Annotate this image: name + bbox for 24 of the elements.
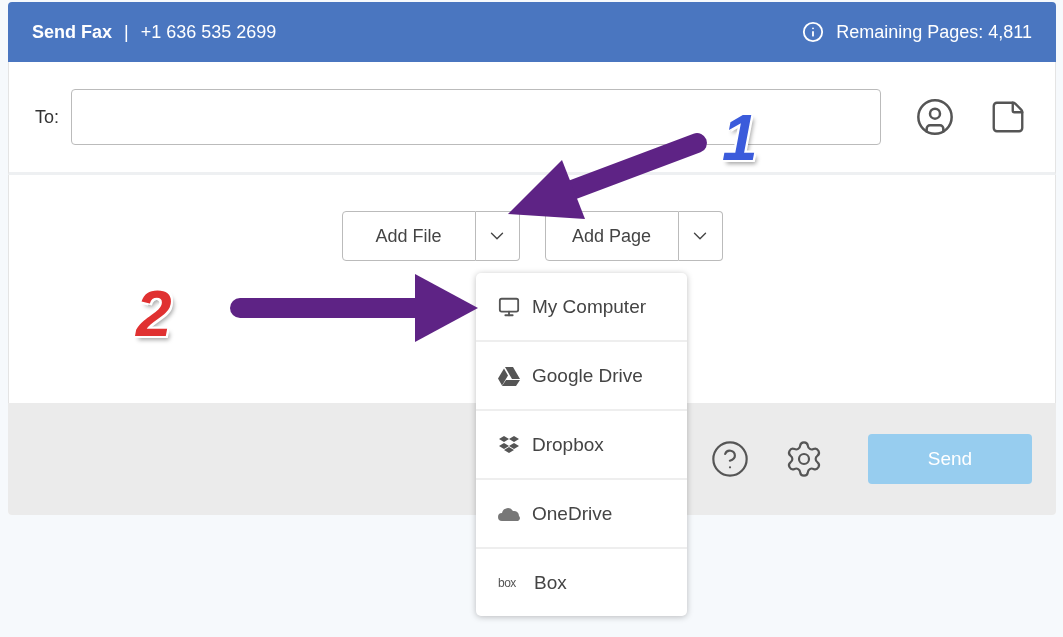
remaining-pages: Remaining Pages: 4,811: [836, 21, 1032, 43]
drive-icon: [498, 365, 520, 386]
menu-item[interactable]: box Box: [476, 547, 687, 616]
dropdown-toggle[interactable]: [475, 211, 520, 261]
menu-item[interactable]: OneDrive: [476, 478, 687, 547]
menu-item[interactable]: Dropbox: [476, 409, 687, 478]
dropbox-icon: [498, 434, 520, 455]
to-label: To:: [35, 106, 59, 128]
add-button[interactable]: Add File: [341, 211, 476, 261]
help-icon[interactable]: [710, 439, 750, 479]
info-icon: [802, 21, 825, 43]
menu-item[interactable]: Google Drive: [476, 340, 687, 409]
fax-number: +1 636 535 2699: [140, 21, 277, 43]
cloud-icon: [498, 506, 520, 521]
step-number: 2: [136, 282, 172, 346]
monitor-icon: [498, 295, 520, 318]
step-number: 1: [722, 106, 758, 170]
dropdown-toggle[interactable]: [678, 211, 723, 261]
page-title: Send Fax: [32, 21, 113, 43]
add-button[interactable]: Add Page: [544, 211, 679, 261]
contact-icon[interactable]: [915, 97, 955, 137]
box-logo: box: [498, 575, 517, 590]
separator: |: [124, 21, 129, 43]
menu-item[interactable]: My Computer: [476, 273, 687, 340]
